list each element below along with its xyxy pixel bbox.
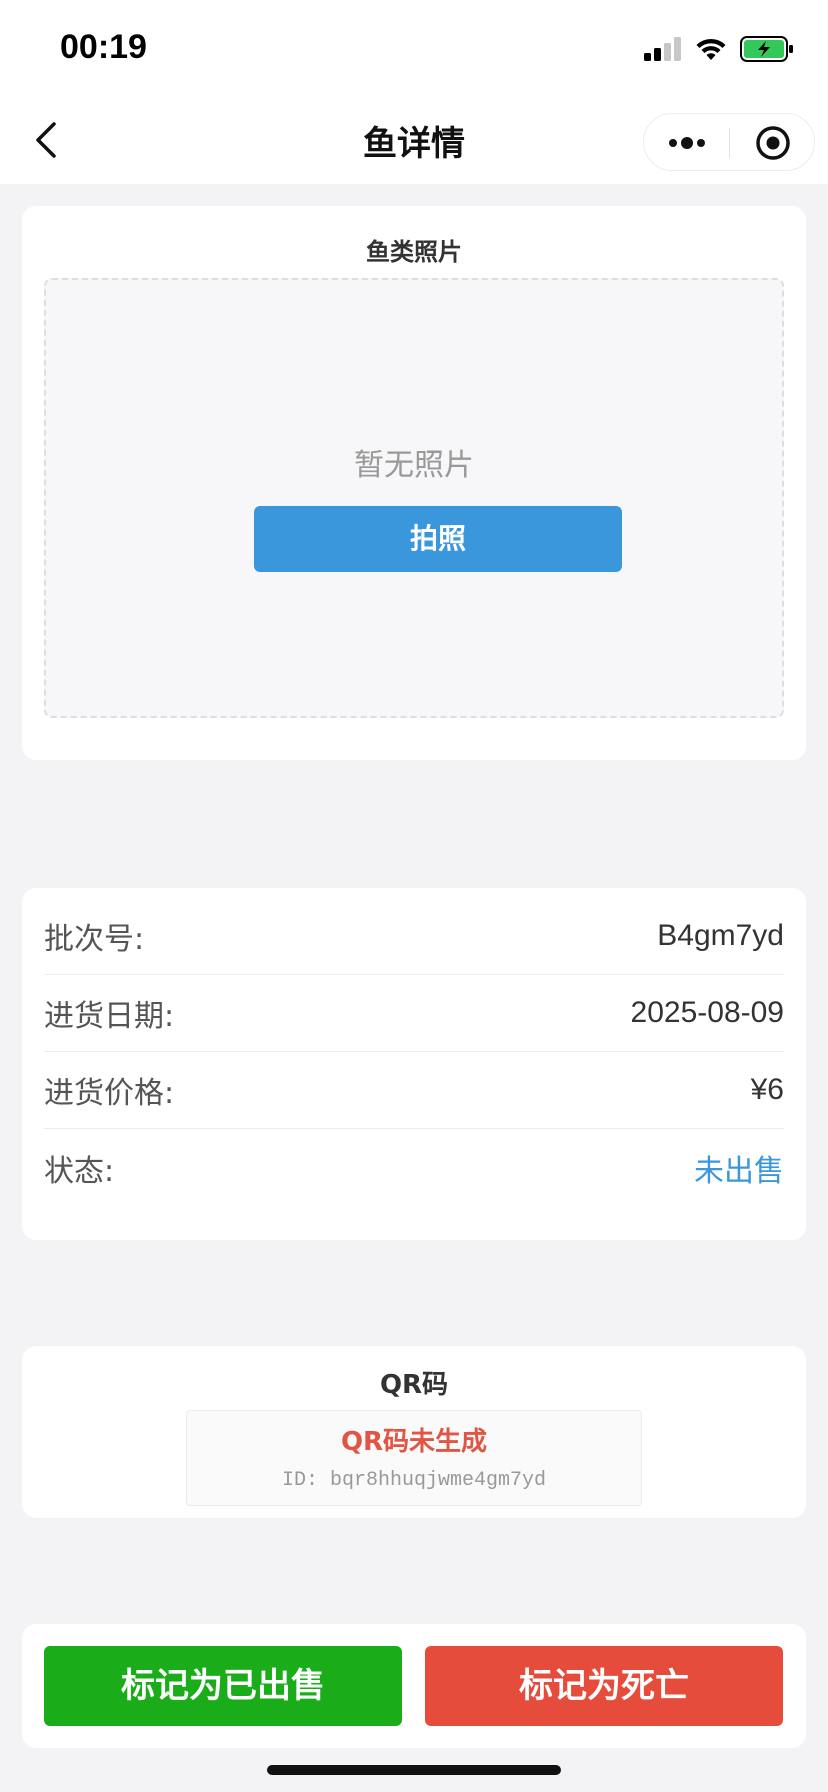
info-row-purchase-date: 进货日期: 2025-08-09 — [44, 975, 784, 1052]
status-time: 00:19 — [60, 28, 147, 66]
info-row-batch: 批次号: B4gm7yd — [44, 898, 784, 975]
qr-id-text: ID: bqr8hhuqjwme4gm7yd — [281, 1469, 547, 1492]
purchase-price-label: 进货价格: — [44, 1076, 175, 1111]
batch-label: 批次号: — [44, 922, 145, 957]
info-row-status: 状态: 未出售 — [44, 1129, 784, 1206]
battery-icon — [740, 36, 793, 62]
more-dots-icon — [668, 137, 705, 149]
qr-section-title: QR码 — [379, 1370, 449, 1400]
signal-icon — [644, 37, 681, 61]
status-value: 未出售 — [694, 1153, 784, 1189]
wifi-icon — [696, 38, 726, 60]
mark-sold-button[interactable]: 标记为已出售 — [44, 1646, 402, 1726]
status-label: 状态: — [44, 1153, 115, 1189]
mini-program-capsule — [643, 113, 815, 171]
batch-value: B4gm7yd — [657, 919, 784, 952]
qr-placeholder: QR码未生成 ID: bqr8hhuqjwme4gm7yd — [186, 1410, 642, 1506]
take-photo-button[interactable]: 拍照 — [254, 506, 622, 572]
status-icons — [644, 34, 794, 64]
action-bar: 标记为已出售 标记为死亡 — [22, 1624, 806, 1748]
purchase-price-value: ¥6 — [750, 1073, 784, 1106]
info-row-purchase-price: 进货价格: ¥6 — [44, 1052, 784, 1129]
no-photo-text: 暂无照片 — [354, 448, 474, 483]
photo-section-title: 鱼类照片 — [366, 238, 462, 266]
photo-placeholder: 暂无照片 拍照 — [44, 278, 784, 718]
mark-dead-button[interactable]: 标记为死亡 — [425, 1646, 783, 1726]
target-close-icon — [756, 126, 790, 160]
qr-status-text: QR码未生成 — [340, 1427, 488, 1457]
purchase-date-value: 2025-08-09 — [630, 996, 784, 1029]
more-button[interactable] — [644, 114, 729, 172]
status-bar: 00:19 — [0, 0, 828, 96]
purchase-date-label: 进货日期: — [44, 999, 175, 1034]
qr-card: QR码 QR码未生成 ID: bqr8hhuqjwme4gm7yd — [22, 1346, 806, 1518]
home-indicator — [267, 1765, 561, 1775]
photo-card: 鱼类照片 暂无照片 拍照 — [22, 206, 806, 760]
fish-info-card: 批次号: B4gm7yd 进货日期: 2025-08-09 进货价格: ¥6 状… — [22, 888, 806, 1240]
nav-bar: 鱼详情 — [0, 96, 828, 184]
close-mini-program-button[interactable] — [730, 114, 816, 172]
